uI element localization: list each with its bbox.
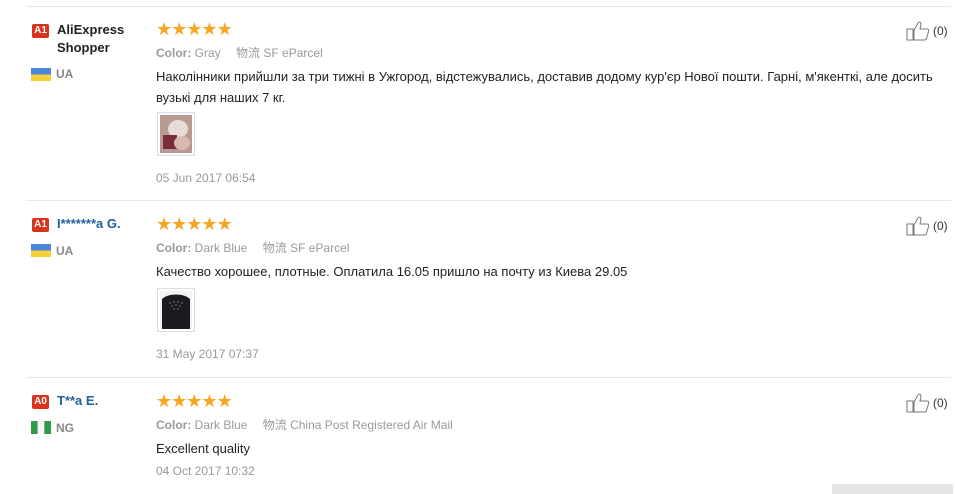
useful-button[interactable]: (0): [906, 216, 948, 236]
ukraine-flag-icon: [31, 68, 51, 81]
color-label: Color:: [156, 241, 192, 255]
order-info: Color: Gray 物流 SF eParcel: [156, 44, 323, 61]
review-date: 05 Jun 2017 06:54: [156, 171, 256, 185]
review-date: 31 May 2017 07:37: [156, 347, 259, 361]
star-rating: ★★★★★: [156, 391, 233, 411]
star-rating: ★★★★★: [156, 214, 233, 234]
review-divider: [26, 200, 951, 201]
color-label: Color:: [156, 418, 192, 432]
logistics-label: 物流: [236, 46, 261, 60]
buyer-name: I*******a G.: [57, 216, 121, 231]
logistics-label: 物流: [262, 418, 287, 432]
top-divider: [26, 6, 951, 7]
review-divider: [26, 377, 951, 378]
order-info: Color: Dark Blue 物流 SF eParcel: [156, 239, 349, 256]
logistics-value: SF eParcel: [263, 46, 323, 60]
star-icon: ★: [216, 391, 233, 411]
star-icon: ★: [201, 19, 217, 39]
review-text: Качество хорошее, плотные. Оплатила 16.0…: [156, 264, 628, 279]
useful-button[interactable]: (0): [906, 393, 948, 413]
star-icon: ★: [216, 19, 233, 39]
buyer-country: UA: [56, 67, 74, 81]
logistics-value: China Post Registered Air Mail: [290, 418, 453, 432]
color-value: Dark Blue: [194, 241, 248, 255]
star-icon: ★: [216, 214, 233, 234]
star-icon: ★: [171, 214, 187, 234]
star-icon: ★: [186, 391, 202, 411]
star-icon: ★: [156, 19, 172, 39]
review-photo-thumbnail[interactable]: [157, 112, 195, 156]
buyer-country: NG: [56, 421, 74, 435]
ukraine-flag-icon: [31, 244, 51, 257]
star-icon: ★: [201, 391, 217, 411]
buyer-name: AliExpress Shopper: [57, 22, 125, 55]
thumbs-up-icon: [906, 21, 930, 41]
star-icon: ★: [171, 391, 187, 411]
useful-count: (0): [933, 24, 948, 38]
buyer-level-badge: A0: [32, 395, 49, 409]
photo-image: [160, 291, 192, 329]
order-info: Color: Dark Blue 物流 China Post Registere…: [156, 416, 453, 433]
review-date: 04 Oct 2017 10:32: [156, 464, 255, 478]
color-value: Gray: [194, 46, 221, 60]
buyer-level-badge: A1: [32, 24, 49, 38]
star-icon: ★: [201, 214, 217, 234]
color-value: Dark Blue: [194, 418, 248, 432]
nigeria-flag-icon: [31, 421, 51, 434]
buyer-name: T**a E.: [57, 393, 99, 408]
review-text: Excellent quality: [156, 441, 250, 456]
horizontal-scrollbar[interactable]: [832, 484, 953, 494]
star-icon: ★: [171, 19, 187, 39]
thumbs-up-icon: [906, 216, 930, 236]
review-photo-thumbnail[interactable]: [157, 288, 195, 332]
photo-image: [160, 115, 192, 153]
useful-count: (0): [933, 219, 948, 233]
review-text: Наколінники прийшли за три тижні в Ужгор…: [156, 69, 933, 105]
useful-count: (0): [933, 396, 948, 410]
star-icon: ★: [186, 214, 202, 234]
star-rating: ★★★★★: [156, 19, 233, 39]
buyer-level-badge: A1: [32, 218, 49, 232]
thumbs-up-icon: [906, 393, 930, 413]
star-icon: ★: [156, 214, 172, 234]
color-label: Color:: [156, 46, 192, 60]
buyer-country: UA: [56, 244, 74, 258]
logistics-label: 物流: [262, 241, 287, 255]
star-icon: ★: [156, 391, 172, 411]
logistics-value: SF eParcel: [290, 241, 350, 255]
useful-button[interactable]: (0): [906, 21, 948, 41]
star-icon: ★: [186, 19, 202, 39]
